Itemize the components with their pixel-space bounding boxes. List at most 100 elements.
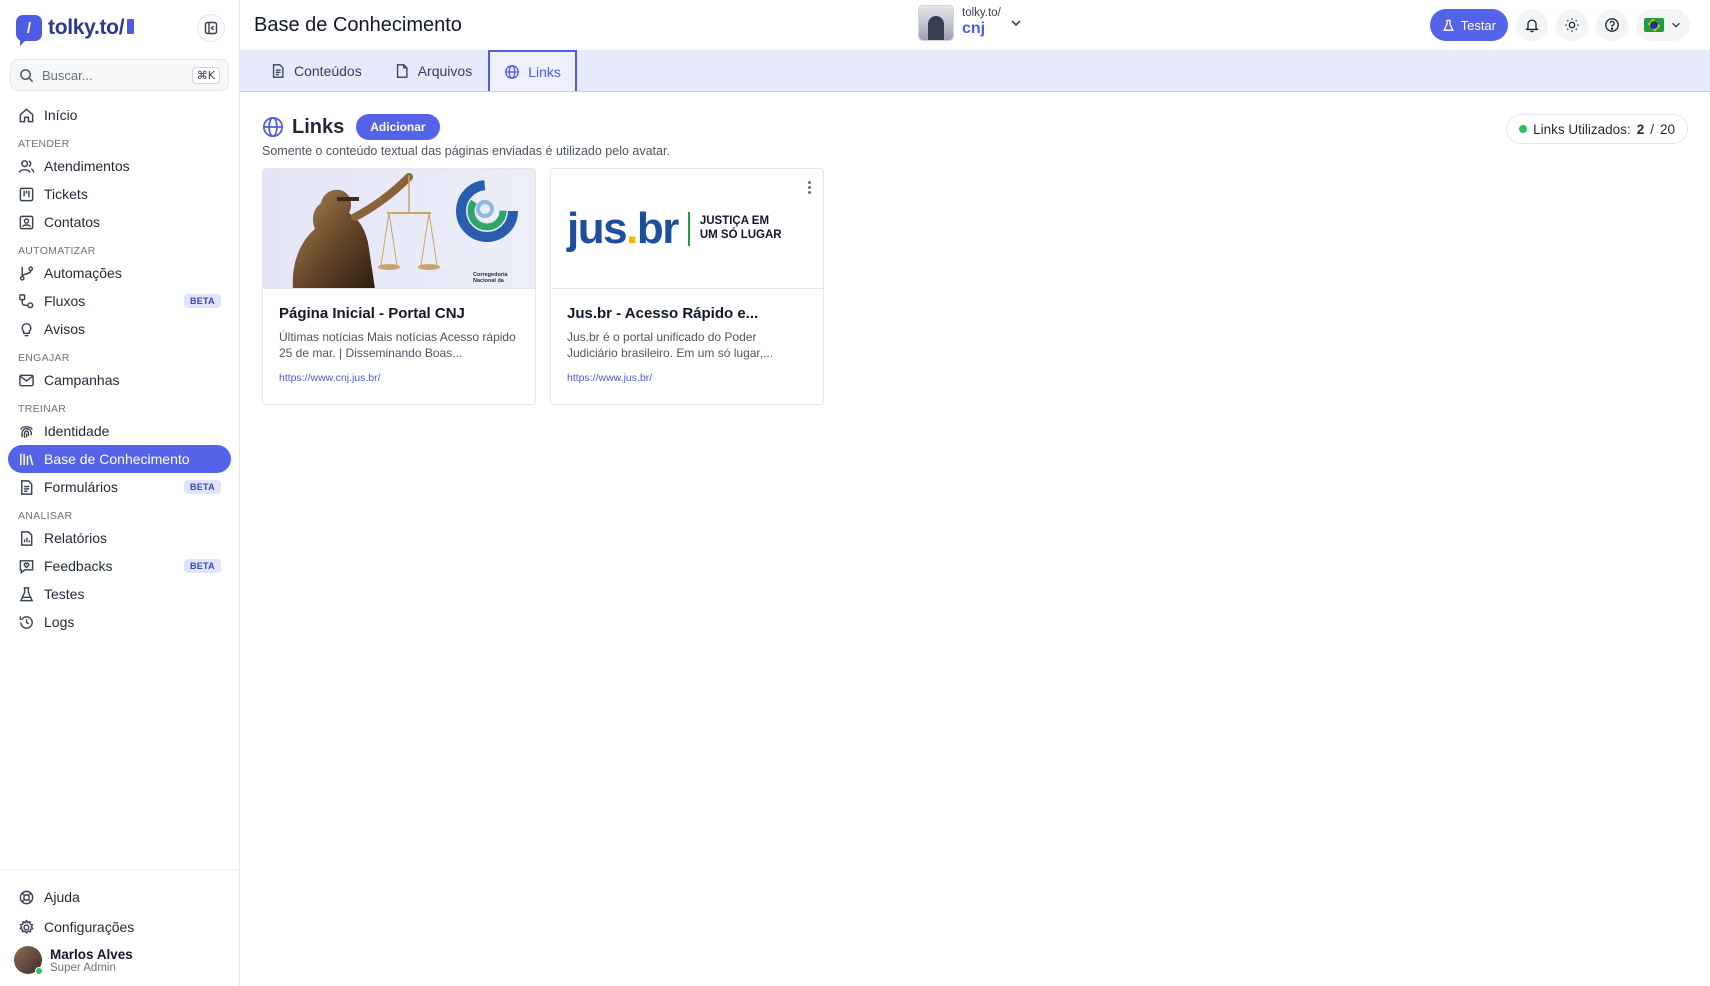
workspace-name: cnj — [962, 19, 986, 37]
workspace-domain: tolky.to/ — [962, 7, 1001, 20]
home-icon — [19, 107, 34, 122]
life-buoy-icon — [19, 890, 34, 904]
top-header: Base de Conhecimento tolky.to/ cnj Testa… — [240, 0, 1710, 50]
theme-toggle-button[interactable] — [1556, 9, 1588, 41]
more-options-icon[interactable] — [808, 181, 811, 194]
tab-conteudos[interactable]: Conteúdos — [254, 50, 378, 91]
file-text-icon — [272, 63, 284, 78]
sidebar-item-label: Formulários — [44, 479, 118, 495]
gear-icon — [19, 918, 34, 934]
link-cards: Corregedoria Nacional da Página Inicial … — [262, 168, 1688, 405]
sidebar-item-feedbacks[interactable]: Feedbacks BETA — [8, 552, 231, 580]
link-card-title: Jus.br - Acesso Rápido e... — [567, 305, 759, 322]
sidebar-item-automacoes[interactable]: Automações — [8, 259, 231, 287]
sidebar-item-configuracoes[interactable]: Configurações — [8, 912, 231, 942]
flask-icon — [1442, 19, 1454, 31]
test-button[interactable]: Testar — [1429, 9, 1508, 41]
test-button-label: Testar — [1460, 17, 1496, 33]
sidebar-item-campanhas[interactable]: Campanhas — [8, 366, 231, 394]
sidebar-item-inicio[interactable]: Início — [8, 101, 231, 129]
header-actions: Testar — [1429, 9, 1690, 41]
notifications-button[interactable] — [1516, 9, 1548, 41]
beta-badge: BETA — [183, 294, 221, 308]
sidebar-item-avisos[interactable]: Avisos — [8, 315, 231, 343]
beta-badge: BETA — [183, 480, 221, 494]
brazil-flag-icon — [1644, 18, 1664, 32]
usage-total: 20 — [1659, 121, 1675, 137]
link-card-cnj[interactable]: Corregedoria Nacional da Página Inicial … — [262, 168, 536, 405]
sidebar-toggle-icon — [204, 21, 218, 35]
file-text-icon — [21, 479, 33, 495]
message-heart-icon — [19, 559, 34, 574]
mail-icon — [19, 374, 34, 386]
beta-badge: BETA — [183, 559, 221, 573]
link-card-title: Página Inicial - Portal CNJ — [279, 305, 465, 322]
logo-divider — [687, 211, 690, 246]
sidebar-item-base-de-conhecimento[interactable]: Base de Conhecimento — [8, 445, 231, 473]
sidebar-nav: Início ATENDER Atendimentos Tickets Cont… — [0, 101, 239, 869]
links-usage-badge: Links Utilizados: 2 / 20 — [1506, 114, 1688, 144]
jus-br-tagline: JUSTIÇA EM UM SÓ LUGAR — [699, 214, 782, 241]
tab-label: Conteúdos — [294, 62, 362, 79]
sidebar-item-label: Atendimentos — [44, 158, 130, 174]
links-header: Links Adicionar — [262, 114, 1688, 140]
sidebar-item-label: Fluxos — [44, 293, 86, 309]
user-role: Super Admin — [50, 961, 116, 974]
status-dot — [1519, 125, 1528, 133]
section-label-treinar: TREINAR — [18, 403, 67, 415]
help-circle-icon — [1605, 18, 1619, 32]
sidebar-item-label: Relatórios — [44, 530, 108, 546]
sidebar: / tolky.to/ ⌘K Início ATENDER Atendiment… — [0, 0, 240, 986]
section-label-atender: ATENDER — [18, 138, 70, 150]
help-button[interactable] — [1596, 9, 1628, 41]
sidebar-item-tickets[interactable]: Tickets — [8, 180, 231, 208]
sidebar-item-testes[interactable]: Testes — [8, 580, 231, 608]
search-input[interactable] — [42, 67, 184, 83]
user-profile[interactable]: Marlos Alves Super Admin — [8, 942, 231, 978]
workspace-switcher[interactable]: tolky.to/ cnj — [918, 5, 1023, 41]
lightbulb-icon — [21, 322, 32, 336]
collapse-sidebar-button[interactable] — [197, 14, 225, 42]
sidebar-item-relatorios[interactable]: Relatórios — [8, 524, 231, 552]
link-card-body: Jus.br - Acesso Rápido e... Jus.br é o p… — [551, 289, 823, 384]
tab-links[interactable]: Links — [488, 50, 577, 91]
fingerprint-icon — [20, 425, 33, 438]
contact-card-icon — [19, 215, 34, 229]
sidebar-item-contatos[interactable]: Contatos — [8, 208, 231, 236]
tab-arquivos[interactable]: Arquivos — [378, 50, 488, 91]
link-card-jus[interactable]: jus.br JUSTIÇA EM UM SÓ LUGAR Jus.br - Ac… — [550, 168, 824, 405]
search-icon — [20, 68, 34, 82]
bell-icon — [1525, 19, 1539, 33]
sidebar-item-fluxos[interactable]: Fluxos BETA — [8, 287, 231, 315]
sidebar-item-ajuda[interactable]: Ajuda — [8, 882, 231, 912]
links-title: Links — [292, 115, 345, 138]
chevron-down-icon — [1011, 20, 1021, 27]
section-label-analisar: ANALISAR — [18, 510, 73, 522]
globe-icon — [505, 64, 520, 79]
main-area: Base de Conhecimento tolky.to/ cnj Testa… — [240, 0, 1710, 986]
section-label-engajar: ENGAJAR — [18, 352, 70, 364]
file-icon — [396, 63, 408, 78]
sidebar-item-identidade[interactable]: Identidade — [8, 417, 231, 445]
language-selector[interactable] — [1636, 9, 1690, 41]
sidebar-item-label: Início — [44, 107, 78, 123]
user-name: Marlos Alves — [50, 946, 133, 962]
page-title: Base de Conhecimento — [254, 13, 462, 36]
logo[interactable]: / tolky.to/ — [16, 15, 135, 46]
sidebar-item-atendimentos[interactable]: Atendimentos — [8, 152, 231, 180]
sidebar-item-label: Configurações — [44, 919, 135, 935]
link-card-thumbnail: jus.br JUSTIÇA EM UM SÓ LUGAR — [551, 169, 823, 289]
add-link-button[interactable]: Adicionar — [356, 114, 440, 140]
sidebar-item-label: Contatos — [44, 214, 101, 230]
search-box[interactable]: ⌘K — [10, 59, 229, 91]
workspace-avatar — [918, 5, 954, 41]
link-card-url[interactable]: https://www.cnj.jus.br/ — [279, 372, 519, 384]
link-card-url[interactable]: https://www.jus.br/ — [567, 372, 807, 384]
sidebar-item-label: Testes — [44, 586, 85, 602]
sidebar-item-formularios[interactable]: Formulários BETA — [8, 473, 231, 501]
usage-separator: / — [1650, 121, 1654, 137]
tab-label: Links — [528, 63, 561, 80]
sidebar-item-label: Logs — [44, 614, 75, 630]
link-card-thumbnail: Corregedoria Nacional da — [263, 169, 535, 289]
sidebar-item-logs[interactable]: Logs — [8, 608, 231, 636]
